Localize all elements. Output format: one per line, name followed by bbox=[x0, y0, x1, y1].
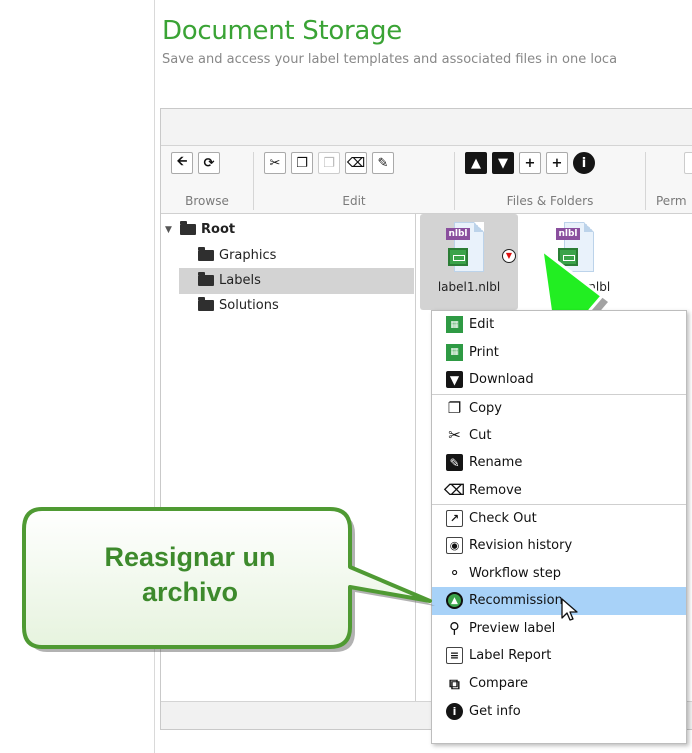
print-label-icon: ▦ bbox=[446, 343, 463, 361]
info-icon[interactable]: i bbox=[573, 152, 595, 174]
expand-triangle-icon[interactable]: ▼ bbox=[165, 225, 175, 235]
rename-icon: ✎ bbox=[446, 454, 463, 472]
menu-item-print[interactable]: ▦ Print bbox=[432, 339, 686, 367]
menu-item-copy[interactable]: ❐ Copy bbox=[432, 393, 686, 422]
permissions-icon[interactable] bbox=[684, 152, 692, 174]
folder-icon bbox=[180, 221, 196, 235]
callout-line-1: Reasignar un bbox=[104, 542, 276, 572]
new-file-icon[interactable]: + bbox=[546, 152, 568, 174]
permissions-group: Perm bbox=[646, 152, 692, 210]
app-top-bar bbox=[161, 109, 692, 146]
tree-node-graphics[interactable]: Graphics bbox=[198, 247, 276, 263]
file-context-menu: ▦ Edit ▦ Print ▼ Download ❐ Copy ✂ Cut ✎… bbox=[431, 310, 687, 744]
menu-item-get-info[interactable]: i Get info bbox=[432, 697, 686, 725]
tree-node-solutions[interactable]: Solutions bbox=[198, 297, 279, 313]
folder-icon bbox=[198, 247, 214, 261]
page-subtitle: Save and access your label templates and… bbox=[162, 52, 618, 67]
rename-icon[interactable]: ✎ bbox=[372, 152, 394, 174]
check-out-icon: ↗ bbox=[446, 509, 463, 527]
label-file-icon: nlbl bbox=[446, 222, 484, 272]
menu-item-label-report[interactable]: ≡ Label Report bbox=[432, 642, 686, 670]
menu-item-check-out[interactable]: ↗ Check Out bbox=[432, 504, 686, 532]
info-icon: i bbox=[446, 702, 463, 720]
folder-icon bbox=[198, 297, 214, 311]
compare-icon: ⧉ bbox=[449, 674, 460, 693]
menu-item-revision-history[interactable]: ◉ Revision history bbox=[432, 532, 686, 560]
browse-group: 🡨 ⟳ Browse bbox=[161, 152, 254, 210]
edit-label-icon: ▦ bbox=[446, 316, 463, 334]
menu-item-compare[interactable]: ⧉ Compare bbox=[432, 670, 686, 698]
mouse-cursor-icon bbox=[561, 598, 578, 621]
download-icon[interactable]: ▼ bbox=[492, 152, 514, 174]
report-icon: ≡ bbox=[446, 647, 463, 665]
revision-history-icon: ◉ bbox=[446, 537, 463, 555]
cut-icon[interactable]: ✂ bbox=[264, 152, 286, 174]
delete-icon[interactable]: ⌫ bbox=[345, 152, 367, 174]
trash-icon: ⌫ bbox=[443, 481, 466, 500]
menu-item-remove[interactable]: ⌫ Remove bbox=[432, 477, 686, 505]
permissions-group-label: Perm bbox=[656, 194, 687, 208]
copy-icon[interactable]: ❐ bbox=[291, 152, 313, 174]
menu-item-rename[interactable]: ✎ Rename bbox=[432, 449, 686, 477]
files-folders-group: ▲ ▼ + + i Files & Folders bbox=[455, 152, 646, 210]
callout-text: Reasignar un archivo bbox=[30, 540, 350, 610]
new-folder-icon[interactable]: + bbox=[519, 152, 541, 174]
recommission-icon: ▲ bbox=[446, 592, 463, 610]
back-arrow-icon[interactable]: 🡨 bbox=[171, 152, 193, 174]
toolbar-ribbon: 🡨 ⟳ Browse ✂ ❐ ❐ ⌫ ✎ Edit ▲ ▼ + + i File… bbox=[161, 146, 692, 214]
menu-item-workflow-step[interactable]: ⚬ Workflow step bbox=[432, 559, 686, 587]
edit-group-label: Edit bbox=[342, 194, 366, 208]
upload-icon[interactable]: ▲ bbox=[465, 152, 487, 174]
folder-icon bbox=[198, 272, 214, 286]
tree-node-labels[interactable]: Labels bbox=[198, 272, 261, 288]
download-icon: ▼ bbox=[446, 371, 463, 389]
menu-item-download[interactable]: ▼ Download bbox=[432, 366, 686, 394]
edit-group: ✂ ❐ ❐ ⌫ ✎ Edit bbox=[254, 152, 455, 210]
magnifier-icon: ⚲ bbox=[449, 619, 460, 638]
menu-item-edit[interactable]: ▦ Edit bbox=[432, 311, 686, 339]
menu-item-cut[interactable]: ✂ Cut bbox=[432, 421, 686, 449]
page-title: Document Storage bbox=[162, 16, 402, 46]
browse-group-label: Browse bbox=[185, 194, 229, 208]
paste-icon[interactable]: ❐ bbox=[318, 152, 340, 174]
refresh-icon[interactable]: ⟳ bbox=[198, 152, 220, 174]
tree-node-root[interactable]: ▼ Root bbox=[165, 221, 235, 237]
copy-icon: ❐ bbox=[447, 399, 462, 418]
callout-line-2: archivo bbox=[141, 577, 239, 607]
files-folders-group-label: Files & Folders bbox=[506, 194, 594, 208]
workflow-icon: ⚬ bbox=[448, 564, 461, 583]
scissors-icon: ✂ bbox=[448, 426, 461, 445]
